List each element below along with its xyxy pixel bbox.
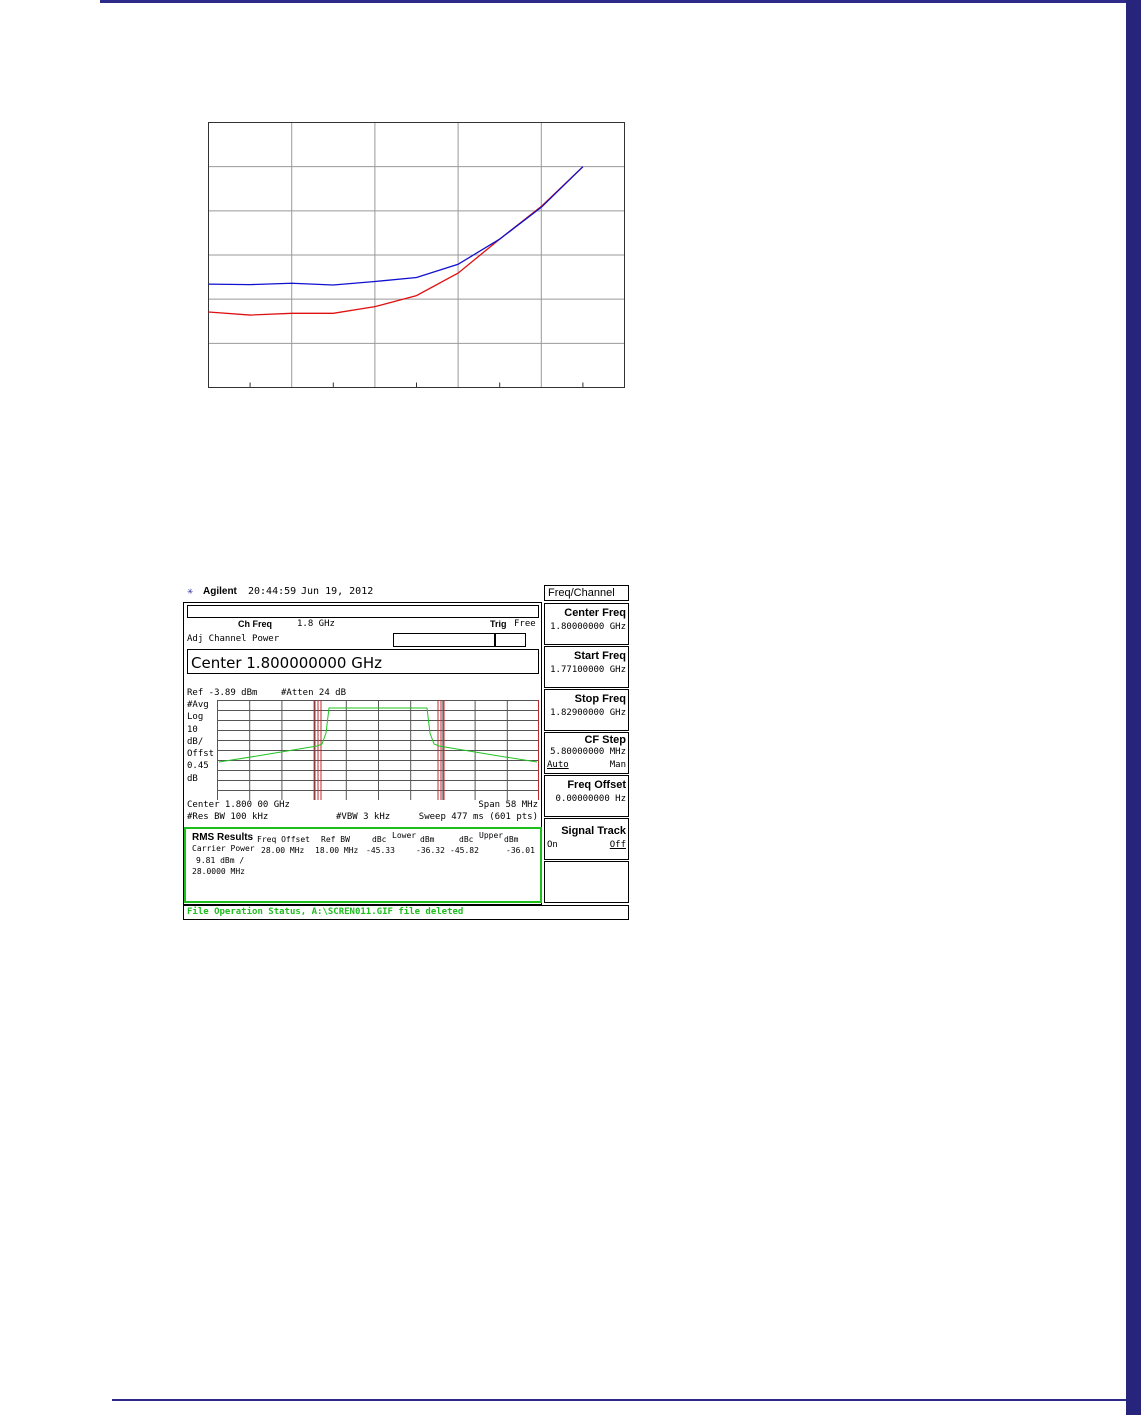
- softkey-freq-offset[interactable]: Freq Offset 0.00000000 Hz: [544, 775, 629, 817]
- col-upper: Upper: [479, 831, 504, 840]
- trig-label: Trig: [490, 619, 507, 629]
- col-lower-dbm: dBm: [420, 835, 435, 844]
- softkey-center-freq[interactable]: Center Freq 1.80000000 GHz: [544, 603, 629, 645]
- scale-label: 10: [187, 724, 198, 735]
- softkey-empty[interactable]: [544, 861, 629, 903]
- series-line-blue: [208, 166, 584, 286]
- softkey-signal-track[interactable]: Signal Track On Off: [544, 818, 629, 860]
- col-upper-dbm: dBm: [504, 835, 519, 844]
- clock-time: 20:44:59: [248, 586, 297, 597]
- col-lower-dbc: dBc: [372, 835, 387, 844]
- line-chart: [208, 122, 625, 388]
- ch-freq-value: 1.8 GHz: [297, 619, 335, 629]
- softkey-title: Freq Offset: [567, 779, 626, 791]
- upper-dbm-value: -36.01: [506, 846, 535, 855]
- softkey-value: 5.80000000 MHz: [550, 747, 626, 757]
- brand-label: Agilent: [203, 586, 237, 597]
- lower-dbm-value: -36.32: [416, 846, 445, 855]
- vbw-readout: #VBW 3 kHz: [336, 812, 391, 822]
- softkey-title: Signal Track: [561, 825, 626, 837]
- clock-date: Jun 19, 2012: [301, 586, 374, 597]
- softkey-option-on[interactable]: On: [547, 840, 558, 850]
- sweep-readout: Sweep 477 ms (601 pts): [418, 812, 538, 822]
- spectrum-analyzer-screen: ✳ Agilent 20:44:59 Jun 19, 2012 Freq/Cha…: [183, 585, 629, 922]
- softkey-option-man[interactable]: Man: [610, 760, 626, 770]
- softkey-option-auto[interactable]: Auto: [547, 760, 569, 770]
- trig-value: Free: [514, 619, 536, 629]
- scale-label: Log: [187, 712, 204, 723]
- center-entry-value: Center 1.800000000 GHz: [191, 654, 383, 672]
- spectrum-grid: [217, 700, 539, 800]
- freq-offset-value: 28.00 MHz: [261, 846, 305, 855]
- carrier-power-label: Carrier Power: [192, 844, 255, 853]
- status-box-1: [393, 633, 495, 647]
- softkey-value: 1.77100000 GHz: [550, 665, 626, 675]
- softkey-title: Start Freq: [574, 650, 626, 662]
- ch-freq-label: Ch Freq: [238, 619, 273, 629]
- ref-bw-value: 18.00 MHz: [315, 846, 359, 855]
- page-top-rule: [100, 0, 1126, 3]
- rms-results-panel: RMS Results Carrier Power 9.81 dBm / 28.…: [184, 827, 542, 903]
- scale-label: 0.45: [187, 761, 209, 772]
- status-box-2: [495, 633, 526, 647]
- scale-label: #Avg: [187, 700, 209, 710]
- lower-dbc-value: -45.33: [366, 846, 395, 855]
- softkey-value: 1.80000000 GHz: [550, 622, 626, 632]
- scale-label: dB: [187, 773, 198, 784]
- page-side-bar: [1126, 0, 1141, 1415]
- softkey-option-off[interactable]: Off: [610, 840, 626, 850]
- span-readout: Span 58 MHz: [478, 800, 538, 810]
- carrier-bandwidth: 28.0000 MHz: [192, 867, 245, 876]
- softkey-start-freq[interactable]: Start Freq 1.77100000 GHz: [544, 646, 629, 688]
- ref-level: Ref -3.89 dBm: [187, 688, 258, 698]
- results-title: RMS Results: [192, 832, 254, 843]
- carrier-power-value: 9.81 dBm /: [196, 856, 245, 865]
- title-bar-box: [187, 605, 539, 618]
- col-freq-offset: Freq Offset: [257, 835, 310, 844]
- series-line-red: [208, 166, 584, 316]
- softkey-cf-step[interactable]: CF Step 5.80000000 MHz Auto Man: [544, 732, 629, 774]
- page-bottom-rule: [112, 1399, 1126, 1401]
- upper-dbc-value: -45.82: [450, 846, 479, 855]
- agilent-logo-icon: ✳: [187, 586, 194, 597]
- file-status-bar: File Operation Status, A:\SCREN011.GIF f…: [183, 905, 629, 920]
- scale-label: dB/: [187, 736, 204, 747]
- softkey-title: Stop Freq: [574, 693, 626, 705]
- attenuation: #Atten 24 dB: [281, 688, 347, 698]
- softkey-stop-freq[interactable]: Stop Freq 1.82900000 GHz: [544, 689, 629, 731]
- measurement-name: Adj Channel Power: [187, 634, 280, 644]
- softkey-title: CF Step: [584, 734, 626, 746]
- menu-title: Freq/Channel: [548, 587, 615, 599]
- col-ref-bw: Ref BW: [321, 835, 350, 844]
- scale-label: Offst: [187, 749, 215, 760]
- center-entry-field[interactable]: Center 1.800000000 GHz: [187, 649, 539, 674]
- softkey-value: 1.82900000 GHz: [550, 708, 626, 718]
- col-upper-dbc: dBc: [459, 835, 474, 844]
- softkey-value: 0.00000000 Hz: [555, 794, 626, 804]
- spectrum-trace-plot: [217, 700, 539, 800]
- softkey-title: Center Freq: [564, 607, 626, 619]
- menu-title-box: Freq/Channel: [544, 585, 629, 601]
- scale-labels: #Avg Log 10 dB/ Offst 0.45 dB: [187, 699, 214, 785]
- rbw-readout: #Res BW 100 kHz: [187, 812, 269, 822]
- center-freq-readout: Center 1.800 00 GHz: [187, 800, 290, 810]
- col-lower: Lower: [392, 831, 417, 840]
